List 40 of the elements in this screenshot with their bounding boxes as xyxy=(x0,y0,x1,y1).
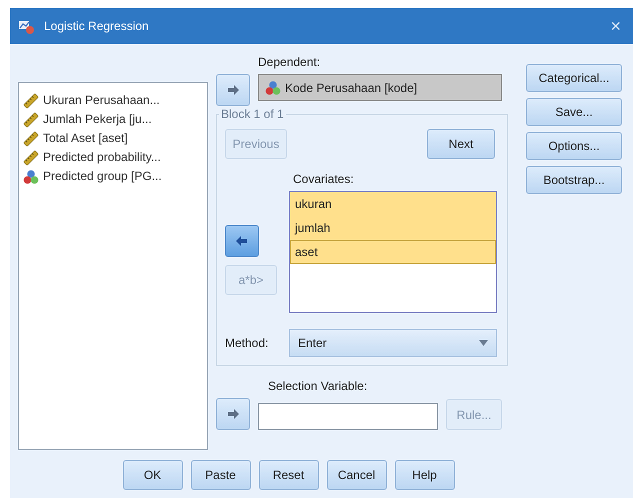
nominal-icon xyxy=(265,80,281,96)
close-button[interactable]: × xyxy=(606,17,625,35)
selection-variable-field[interactable] xyxy=(258,403,438,430)
covariates-list[interactable]: ukuran jumlah aset xyxy=(289,191,497,313)
right-arrow-icon xyxy=(225,406,241,422)
arrow-button[interactable] xyxy=(216,398,250,430)
covariates-label: Covariates: xyxy=(293,171,355,187)
dialog-button[interactable]: Options... xyxy=(526,132,622,160)
window-title: Logistic Regression xyxy=(44,18,149,35)
method-label: Method: xyxy=(225,335,270,352)
variable-item[interactable]: Predicted group [PG... xyxy=(43,167,162,186)
dialog-button[interactable]: Save... xyxy=(526,98,622,126)
variable-item[interactable]: Total Aset [aset] xyxy=(43,129,128,148)
caret-icon xyxy=(479,340,488,346)
dialog-button[interactable]: OK xyxy=(122,460,182,490)
arrow-button[interactable] xyxy=(216,74,250,106)
covariate-item[interactable]: aset xyxy=(290,240,496,264)
dialog-button[interactable]: Help xyxy=(394,460,454,490)
dependent-label: Dependent: xyxy=(258,54,322,70)
right-arrow-icon xyxy=(225,82,241,98)
arrow-button[interactable] xyxy=(225,225,259,257)
dialog-button[interactable]: Categorical... xyxy=(526,64,622,92)
variable-item[interactable]: Ukuran Perusahaan... xyxy=(43,91,160,110)
method-dropdown[interactable]: Enter xyxy=(289,329,497,357)
app-icon xyxy=(18,18,36,35)
variable-list[interactable]: Ukuran Perusahaan... Jumlah Pekerja [ju... Total Aset [aset] Predicted probability... Predicted group [PG... xyxy=(18,82,208,450)
variable-item[interactable]: Jumlah Pekerja [ju... xyxy=(43,110,152,129)
dependent-field[interactable]: Kode Perusahaan [kode] xyxy=(258,74,502,101)
dialog-button[interactable]: Bootstrap... xyxy=(526,166,622,194)
dependent-value: Kode Perusahaan [kode] xyxy=(285,80,418,96)
dialog-button[interactable]: Cancel xyxy=(326,460,386,490)
next-button[interactable]: Next xyxy=(427,129,495,159)
dialog-button[interactable]: Reset xyxy=(258,460,318,490)
block-title: Block 1 of 1 xyxy=(219,107,286,121)
covariate-item[interactable]: ukuran xyxy=(290,192,496,216)
covariate-item[interactable]: jumlah xyxy=(290,216,496,240)
selection-variable-label: Selection Variable: xyxy=(268,378,368,394)
nominal-icon xyxy=(23,168,39,184)
variable-item[interactable]: Predicted probability... xyxy=(43,148,161,167)
dialog-button[interactable]: Paste xyxy=(190,460,250,490)
